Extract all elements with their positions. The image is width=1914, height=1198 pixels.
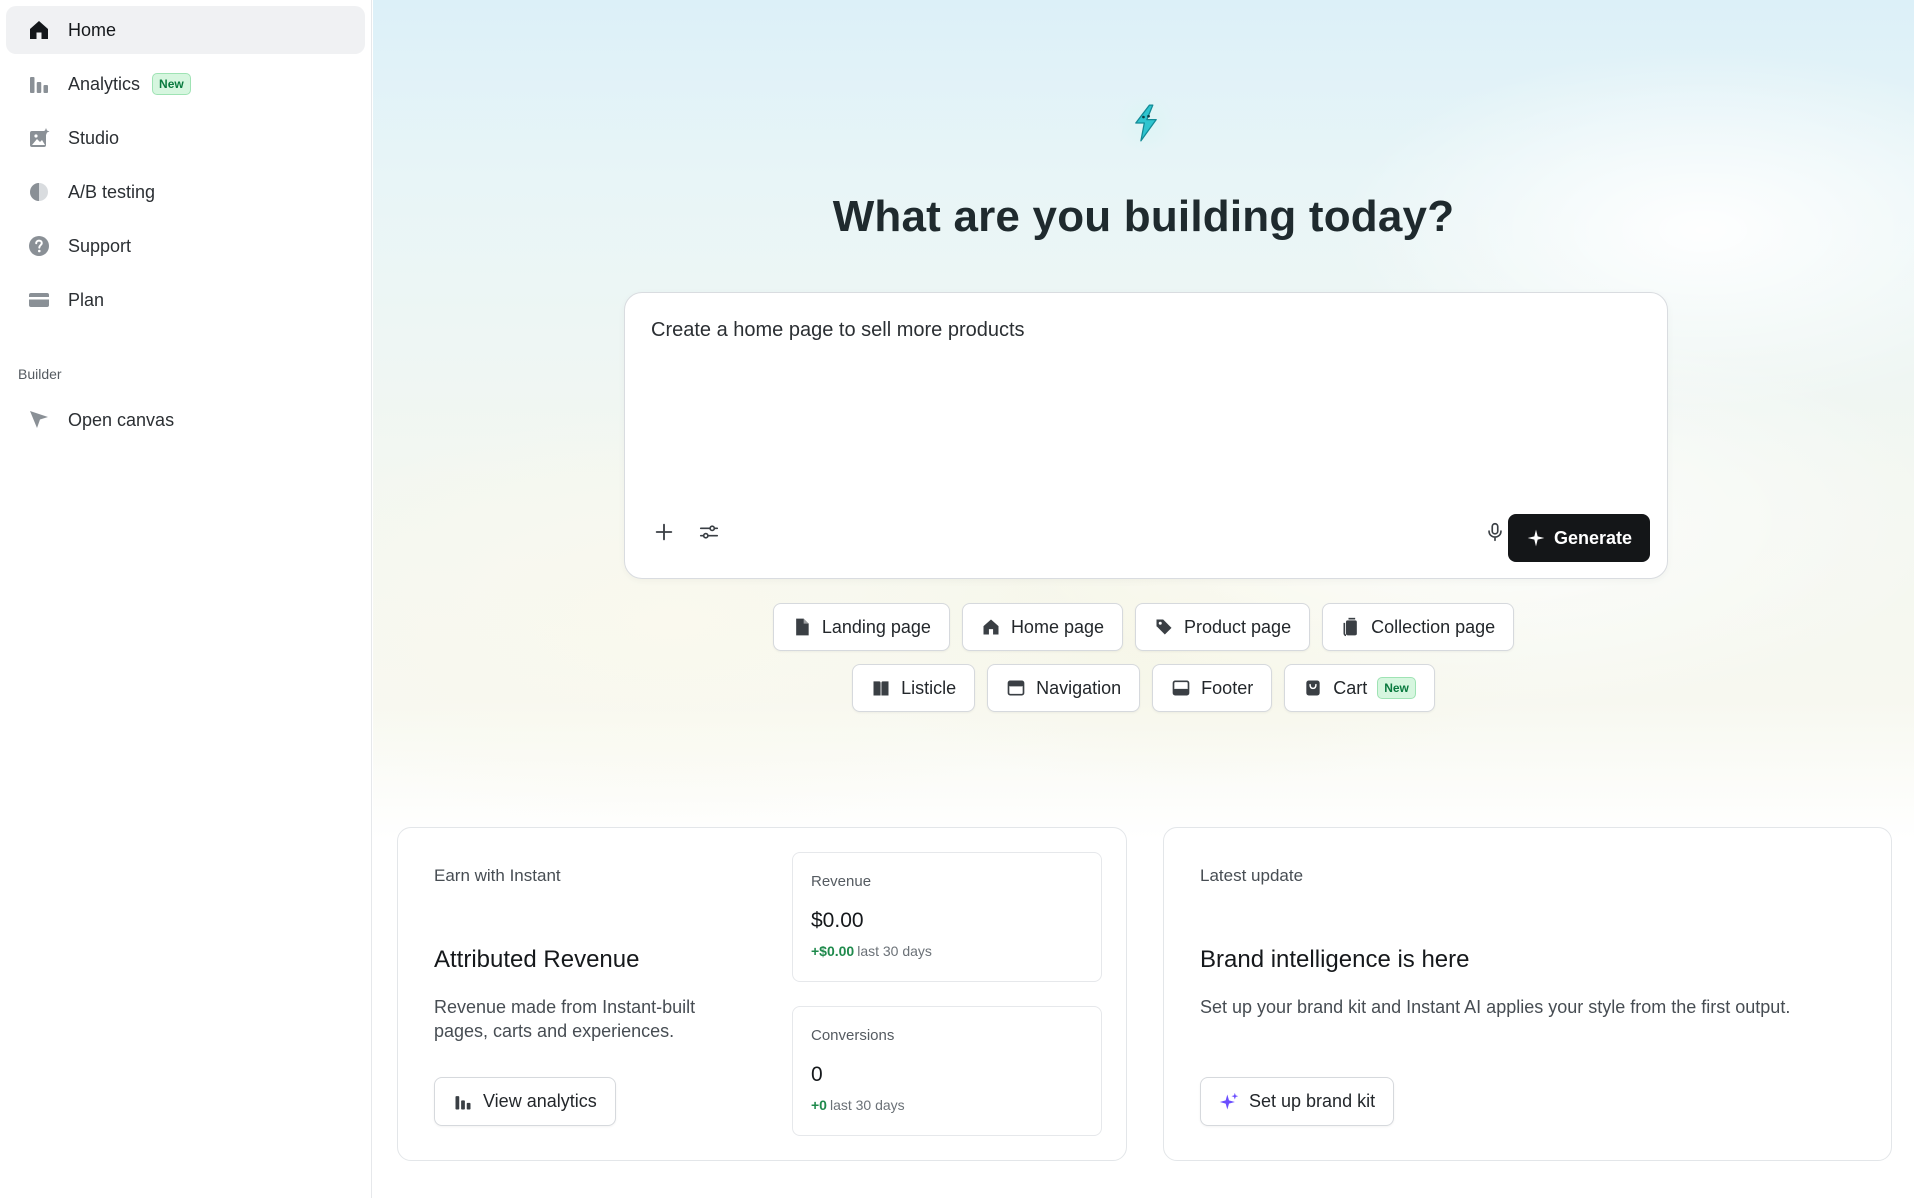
home-icon xyxy=(26,17,52,43)
chip-footer[interactable]: Footer xyxy=(1152,664,1273,712)
sidebar-item-ab-testing[interactable]: A/B testing xyxy=(6,168,365,216)
button-label: View analytics xyxy=(483,1091,597,1111)
stat-label: Revenue xyxy=(811,873,872,890)
stat-value: 0 xyxy=(811,1063,823,1086)
prompt-box: Generate xyxy=(624,292,1668,579)
chip-label: Listicle xyxy=(901,677,957,698)
page-title: What are you building today? xyxy=(832,192,1455,241)
chip-listicle[interactable]: Listicle xyxy=(852,664,976,712)
view-analytics-button[interactable]: View analytics xyxy=(434,1077,616,1126)
card-eyebrow: Earn with Instant xyxy=(434,866,561,885)
chip-product-page[interactable]: Product page xyxy=(1135,603,1311,651)
credit-card-icon xyxy=(26,287,52,313)
microphone-icon xyxy=(1488,522,1502,542)
bar-chart-icon xyxy=(455,1095,471,1109)
chip-label: Home page xyxy=(1010,616,1104,637)
sliders-icon xyxy=(699,525,719,539)
prompt-input[interactable] xyxy=(651,319,1631,342)
sidebar-item-label: Analytics xyxy=(68,73,141,94)
set-up-brand-kit-button[interactable]: Set up brand kit xyxy=(1200,1077,1395,1126)
sidebar-item-label: A/B testing xyxy=(68,181,156,202)
chip-label: Footer xyxy=(1201,677,1254,698)
card-eyebrow: Latest update xyxy=(1200,866,1304,885)
sparkle-icon xyxy=(1527,529,1545,547)
instant-logo-icon xyxy=(1118,90,1174,156)
image-sparkle-icon xyxy=(26,125,52,151)
latest-update-card: Latest update Brand intelligence is here… xyxy=(1163,827,1892,1161)
stat-delta: +$0.00 xyxy=(811,943,855,959)
chip-label: Product page xyxy=(1184,616,1292,637)
voice-input-button[interactable] xyxy=(1478,515,1512,549)
sidebar-item-label: Studio xyxy=(68,127,120,148)
new-badge: New xyxy=(152,73,191,95)
builder-section-label: Builder xyxy=(18,366,62,382)
sidebar-item-label: Support xyxy=(68,235,132,256)
chip-cart[interactable]: Cart New xyxy=(1284,664,1435,712)
chip-collection-page[interactable]: Collection page xyxy=(1322,603,1515,651)
stat-change: +$0.00 last 30 days xyxy=(811,943,932,959)
template-chips-row-1: Landing page Home page Product page Coll… xyxy=(373,603,1914,651)
file-icon xyxy=(795,618,809,636)
card-title: Brand intelligence is here xyxy=(1200,946,1470,973)
button-label: Set up brand kit xyxy=(1249,1091,1376,1111)
revenue-stat: Revenue $0.00 +$0.00 last 30 days xyxy=(792,852,1102,982)
stat-period: last 30 days xyxy=(857,943,932,959)
attributed-revenue-card: Earn with Instant Attributed Revenue Rev… xyxy=(397,827,1127,1161)
card-description: Set up your brand kit and Instant AI app… xyxy=(1200,997,1791,1017)
card-description: Revenue made from Instant-built pages, c… xyxy=(434,997,696,1041)
sidebar-item-plan[interactable]: Plan xyxy=(6,276,365,324)
sidebar-item-label: Home xyxy=(68,19,117,40)
chip-home-page[interactable]: Home page xyxy=(961,603,1123,651)
chip-navigation[interactable]: Navigation xyxy=(987,664,1141,712)
generate-label: Generate xyxy=(1553,527,1633,548)
main-content: What are you building today? Generate La… xyxy=(373,0,1914,1198)
sidebar-item-analytics[interactable]: Analytics New xyxy=(6,60,365,108)
stat-value: $0.00 xyxy=(811,909,864,932)
window-icon xyxy=(1007,680,1025,696)
plus-icon xyxy=(655,523,673,541)
sparkle-icon xyxy=(1219,1092,1239,1109)
chip-landing-page[interactable]: Landing page xyxy=(772,603,950,651)
card-title: Attributed Revenue xyxy=(434,946,640,973)
question-circle-icon xyxy=(26,233,52,259)
stat-label: Conversions xyxy=(811,1027,895,1044)
home-icon xyxy=(983,619,999,635)
prompt-settings-button[interactable] xyxy=(692,515,726,549)
copy-icon xyxy=(1343,617,1357,637)
bag-icon xyxy=(1306,680,1320,696)
chip-label: Navigation xyxy=(1036,677,1122,698)
conversions-stat: Conversions 0 +0 last 30 days xyxy=(792,1006,1102,1136)
sidebar-item-open-canvas[interactable]: Open canvas xyxy=(6,396,365,444)
tag-icon xyxy=(1156,619,1172,635)
sidebar-item-home[interactable]: Home xyxy=(6,6,365,54)
sidebar-item-label: Open canvas xyxy=(68,409,175,430)
chip-label: Collection page xyxy=(1371,616,1496,637)
sidebar-item-support[interactable]: Support xyxy=(6,222,365,270)
chip-label: Landing page xyxy=(821,616,931,637)
chip-label: Cart xyxy=(1333,677,1368,698)
cursor-arrow-icon xyxy=(26,407,52,433)
footer-icon xyxy=(1172,680,1190,696)
stat-change: +0 last 30 days xyxy=(811,1097,905,1113)
sidebar-item-studio[interactable]: Studio xyxy=(6,114,365,162)
bar-chart-icon xyxy=(26,71,52,97)
sidebar: Home Analytics New Studio A/B testing Su… xyxy=(0,0,372,1198)
sidebar-item-label: Plan xyxy=(68,289,105,310)
book-icon xyxy=(873,681,889,696)
stat-period: last 30 days xyxy=(829,1097,905,1113)
half-circle-icon xyxy=(26,179,52,205)
generate-button[interactable]: Generate xyxy=(1508,514,1650,562)
add-attachment-button[interactable] xyxy=(647,515,681,549)
new-badge: New xyxy=(1377,677,1416,699)
stat-delta: +0 xyxy=(811,1097,827,1113)
template-chips-row-2: Listicle Navigation Footer Cart New xyxy=(373,664,1914,712)
